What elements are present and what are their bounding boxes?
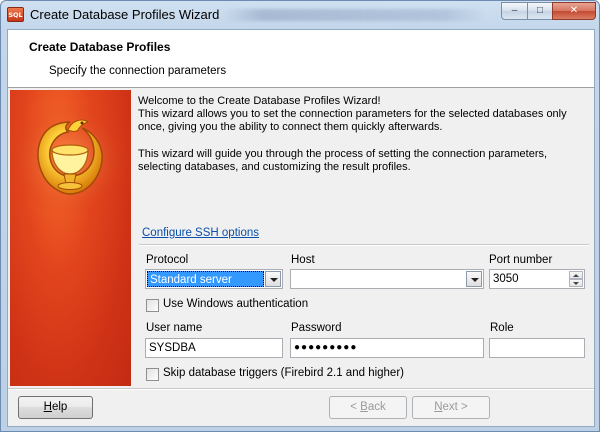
- next-label-post: ext >: [442, 401, 468, 413]
- windows-auth-checkbox[interactable]: [146, 299, 159, 312]
- host-label: Host: [291, 254, 315, 266]
- chevron-down-icon[interactable]: [265, 271, 281, 287]
- welcome-description: This wizard allows you to set the connec…: [138, 108, 567, 133]
- chevron-down-icon[interactable]: [466, 271, 482, 287]
- wizard-header: Create Database Profiles Specify the con…: [8, 30, 594, 88]
- page-title: Create Database Profiles: [29, 40, 171, 54]
- window-title: Create Database Profiles Wizard: [30, 7, 220, 22]
- port-input[interactable]: 3050: [489, 269, 585, 289]
- port-value: 3050: [493, 273, 519, 285]
- password-label: Password: [291, 322, 342, 334]
- protocol-select[interactable]: Standard server: [145, 269, 283, 289]
- side-banner: [10, 90, 131, 386]
- page-subtitle: Specify the connection parameters: [49, 65, 227, 77]
- port-spinner[interactable]: [569, 271, 583, 287]
- close-icon: ✕: [569, 5, 579, 16]
- back-button[interactable]: < Back: [329, 396, 407, 419]
- minimize-button[interactable]: –: [501, 2, 528, 20]
- windows-auth-label[interactable]: Use Windows authentication: [163, 298, 308, 310]
- protocol-label: Protocol: [146, 254, 189, 266]
- protocol-selected-value: Standard server: [147, 271, 264, 287]
- wizard-content: Welcome to the Create Database Profiles …: [131, 90, 592, 386]
- host-input[interactable]: [290, 269, 484, 289]
- welcome-heading: Welcome to the Create Database Profiles …: [138, 95, 381, 107]
- spin-down-icon[interactable]: [569, 279, 583, 287]
- welcome-text: Welcome to the Create Database Profiles …: [138, 95, 590, 174]
- help-label-key: H: [43, 401, 52, 413]
- footer-divider: [8, 388, 594, 390]
- username-value: SYSDBA: [149, 342, 196, 354]
- back-label-post: ack: [367, 401, 386, 413]
- wizard-window: SQL Create Database Profiles Wizard – □ …: [0, 0, 600, 432]
- skip-triggers-label[interactable]: Skip database triggers (Firebird 2.1 and…: [163, 367, 404, 379]
- configure-ssh-link[interactable]: Configure SSH options: [142, 227, 259, 239]
- role-input[interactable]: [489, 338, 585, 358]
- minimize-icon: –: [511, 5, 518, 16]
- help-label-post: elp: [51, 401, 68, 413]
- password-value: ●●●●●●●●●: [294, 342, 358, 353]
- divider: [139, 244, 589, 246]
- next-button[interactable]: Next >: [412, 396, 490, 419]
- help-button[interactable]: Help: [18, 396, 93, 419]
- close-button[interactable]: ✕: [552, 2, 596, 20]
- role-label: Role: [490, 322, 514, 334]
- next-label-key: N: [434, 401, 443, 413]
- maximize-icon: □: [536, 5, 544, 16]
- wizard-body: Create Database Profiles Specify the con…: [7, 29, 595, 427]
- title-bar[interactable]: SQL Create Database Profiles Wizard – □ …: [1, 1, 599, 29]
- username-input[interactable]: SYSDBA: [145, 338, 283, 358]
- maximize-button[interactable]: □: [527, 2, 553, 20]
- skip-triggers-checkbox[interactable]: [146, 368, 159, 381]
- spin-up-icon[interactable]: [569, 271, 583, 279]
- port-label: Port number: [489, 254, 553, 266]
- app-icon: SQL: [7, 7, 24, 22]
- host-value: [291, 273, 294, 285]
- phoenix-logo-icon: [10, 102, 130, 218]
- username-label: User name: [146, 322, 203, 334]
- back-label-key: B: [360, 401, 368, 413]
- welcome-guide: This wizard will guide you through the p…: [138, 148, 548, 173]
- back-label-pre: <: [350, 401, 361, 413]
- password-input[interactable]: ●●●●●●●●●: [290, 338, 484, 358]
- blurred-title-region: [223, 9, 485, 21]
